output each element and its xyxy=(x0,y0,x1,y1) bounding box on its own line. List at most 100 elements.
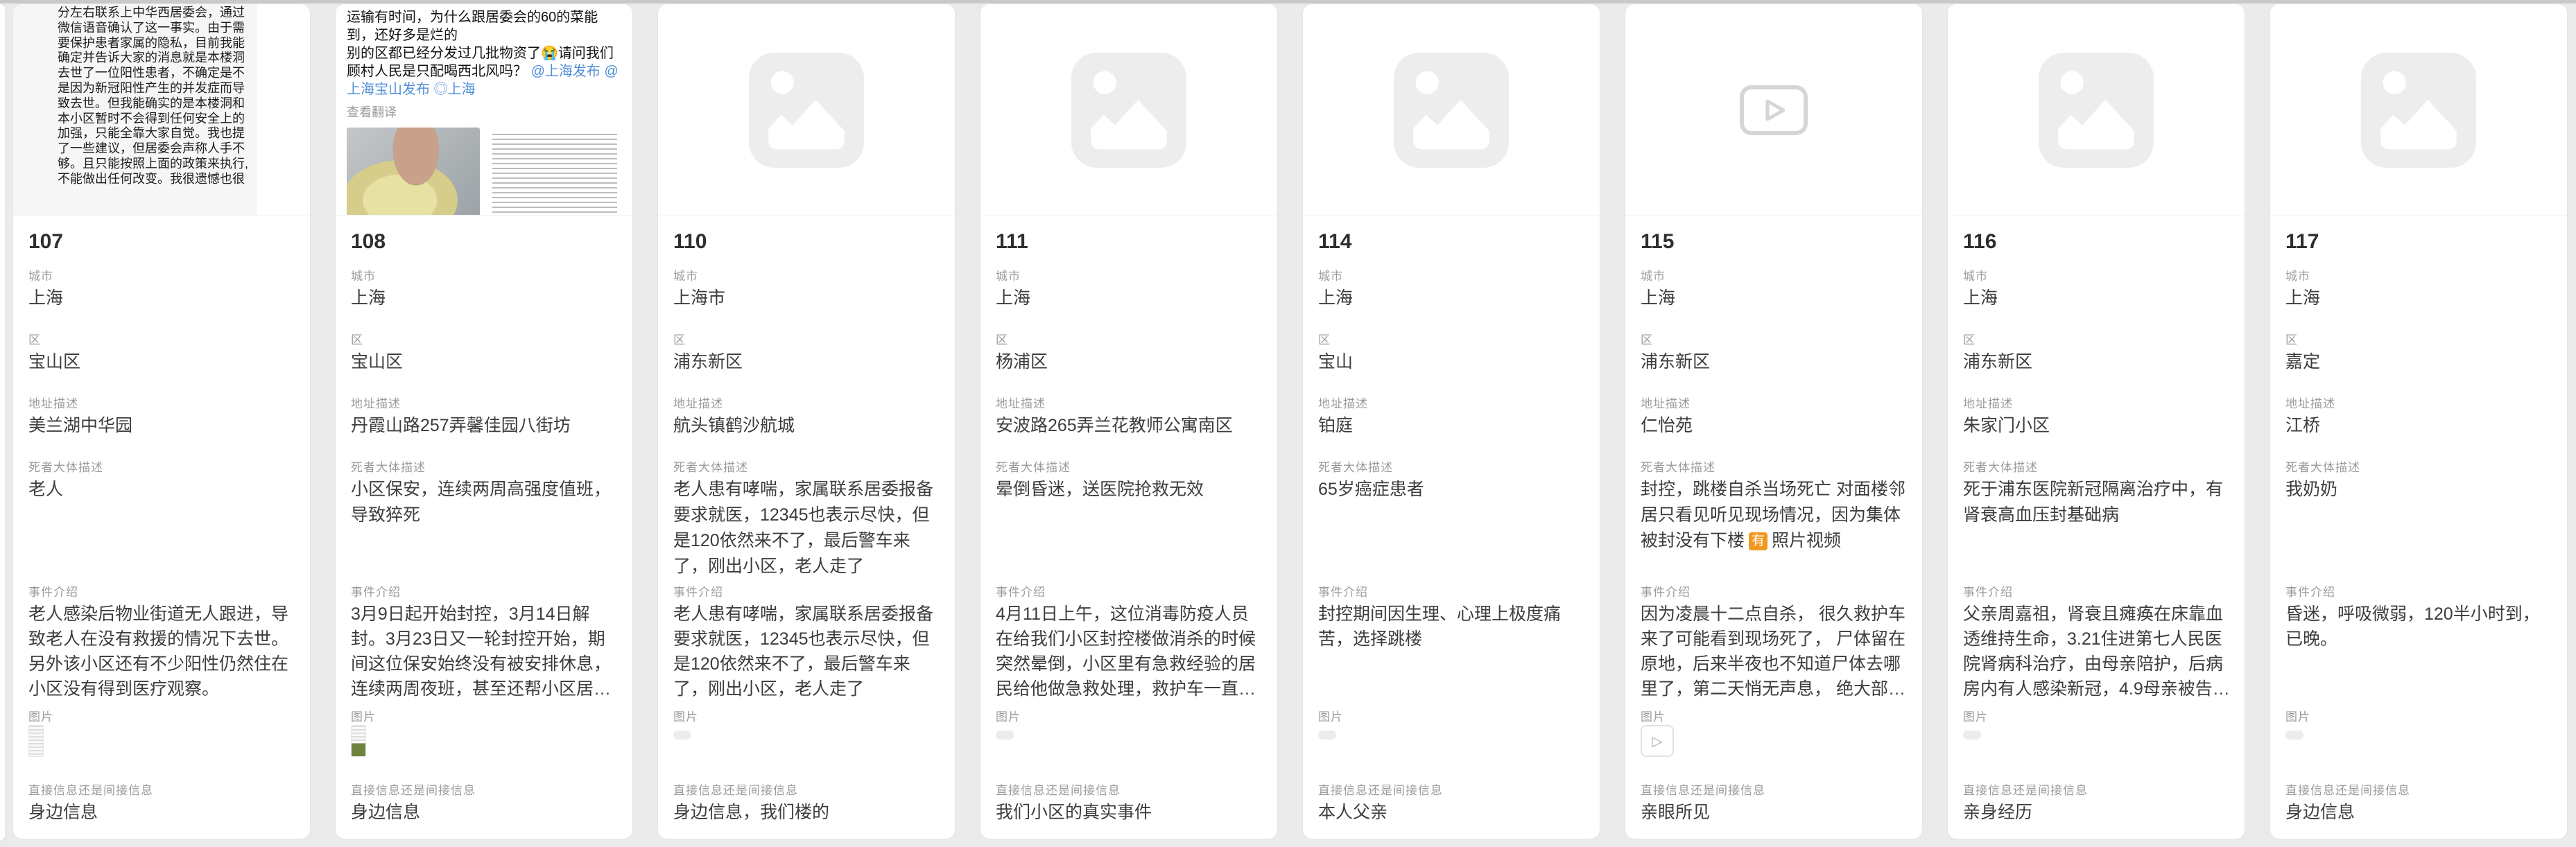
field-label-direct: 直接信息还是间接信息 xyxy=(673,780,940,798)
attachment-thumbnail[interactable] xyxy=(1318,725,1336,740)
field-label-event: 事件介绍 xyxy=(1641,582,1907,600)
screenshot-thumbnail-icon xyxy=(28,725,44,757)
record-card-114[interactable]: 114 城市 上海 区 宝山 地址描述 铂庭 死者大体描述 65岁癌症患者 事件… xyxy=(1302,3,1600,839)
field-value-deceased: 老人患有哮喘，家属联系居委报备要求就医，12345也表示尽快，但是120依然来不… xyxy=(673,477,941,579)
field-label-image: 图片 xyxy=(2285,707,2552,724)
tweet-line2: 别的区都已经分发过几批物资了😭请问我们顾村人民是只配喝西北风吗？ @上海发布 @… xyxy=(347,44,621,98)
field-value-direct: 我们小区的真实事件 xyxy=(996,800,1263,826)
field-value-address: 航头镇鹤沙航城 xyxy=(673,413,941,439)
attachment-thumbnail[interactable] xyxy=(996,725,1014,740)
card-cover-tweet[interactable]: 运输有时间，为什么跟居委会的60的菜能到，还好多是烂的 别的区都已经分发过几批物… xyxy=(336,4,632,216)
field-value-district: 宝山区 xyxy=(28,349,296,375)
image-placeholder-icon xyxy=(2361,53,2476,168)
record-card-111[interactable]: 111 城市 上海 区 杨浦区 地址描述 安波路265弄兰花教师公寓南区 死者大… xyxy=(980,3,1278,839)
tweet-media-row xyxy=(347,128,621,216)
field-label-deceased: 死者大体描述 xyxy=(1318,457,1584,475)
field-value-city: 上海 xyxy=(996,286,1263,311)
attachment-thumbnail[interactable] xyxy=(28,725,44,757)
record-card-107[interactable]: 分左右联系上中华西居委会，通过 微信语音确认了这一事实。由于需 要保护患者家属的… xyxy=(12,3,311,839)
field-value-district: 杨浦区 xyxy=(996,349,1263,375)
field-label-district: 区 xyxy=(1963,330,2229,347)
field-label-direct: 直接信息还是间接信息 xyxy=(28,780,295,798)
record-card-108[interactable]: 运输有时间，为什么跟居委会的60的菜能到，还好多是烂的 别的区都已经分发过几批物… xyxy=(335,3,633,839)
field-value-address: 铂庭 xyxy=(1318,413,1586,439)
screenshot-thumbnail-icon xyxy=(351,725,366,757)
field-value-direct: 身边信息，我们楼的 xyxy=(673,800,941,826)
field-label-district: 区 xyxy=(996,330,1262,347)
field-value-direct: 身边信息 xyxy=(351,800,619,826)
field-label-address: 地址描述 xyxy=(351,394,617,411)
field-label-direct: 直接信息还是间接信息 xyxy=(1963,780,2229,798)
card-cover-screenshot[interactable]: 分左右联系上中华西居委会，通过 微信语音确认了这一事实。由于需 要保护患者家属的… xyxy=(13,4,310,216)
field-label-event: 事件介绍 xyxy=(996,582,1262,600)
field-label-direct: 直接信息还是间接信息 xyxy=(351,780,617,798)
field-label-city: 城市 xyxy=(28,266,295,283)
attachment-thumbnail[interactable] xyxy=(1963,725,1981,740)
field-label-city: 城市 xyxy=(673,266,940,283)
field-label-city: 城市 xyxy=(996,266,1262,283)
record-card-115[interactable]: 115 城市 上海 区 浦东新区 地址描述 仁怡苑 死者大体描述 封控，跳楼自杀… xyxy=(1625,3,1923,839)
record-id: 108 xyxy=(351,230,386,254)
card-cover-placeholder xyxy=(2270,4,2567,216)
field-value-event: 昏迷，呼吸微弱，120半小时到，已晚。 xyxy=(2285,602,2553,652)
field-label-direct: 直接信息还是间接信息 xyxy=(2285,780,2552,798)
record-card-110[interactable]: 110 城市 上海市 区 浦东新区 地址描述 航头镇鹤沙航城 死者大体描述 老人… xyxy=(657,3,956,839)
field-label-direct: 直接信息还是间接信息 xyxy=(1641,780,1907,798)
attachment-thumbnail[interactable] xyxy=(351,725,366,757)
field-label-district: 区 xyxy=(28,330,295,347)
field-label-image: 图片 xyxy=(1318,707,1584,724)
card-cover-video-placeholder[interactable] xyxy=(1625,4,1922,216)
field-label-address: 地址描述 xyxy=(1641,394,1907,411)
field-value-district: 嘉定 xyxy=(2285,349,2553,375)
tweet-text: 运输有时间，为什么跟居委会的60的菜能到，还好多是烂的 别的区都已经分发过几批物… xyxy=(347,8,621,98)
field-value-deceased: 老人 xyxy=(28,477,296,503)
field-label-city: 城市 xyxy=(1318,266,1584,283)
field-value-direct: 身边信息 xyxy=(28,800,296,826)
field-value-direct: 亲身经历 xyxy=(1963,800,2231,826)
image-pill-placeholder xyxy=(996,731,1014,740)
field-value-deceased: 65岁癌症患者 xyxy=(1318,477,1586,503)
field-label-address: 地址描述 xyxy=(2285,394,2552,411)
tweet-line1: 运输有时间，为什么跟居委会的60的菜能到，还好多是烂的 xyxy=(347,8,621,44)
field-label-address: 地址描述 xyxy=(1318,394,1584,411)
field-label-image: 图片 xyxy=(1963,707,2229,724)
field-value-city: 上海 xyxy=(2285,286,2553,311)
field-value-district: 浦东新区 xyxy=(673,349,941,375)
field-value-city: 上海 xyxy=(1318,286,1586,311)
field-value-deceased: 晕倒昏迷，送医院抢救无效 xyxy=(996,477,1263,503)
field-value-city: 上海 xyxy=(1963,286,2231,311)
field-value-event: 因为凌晨十二点自杀， 很久救护车来了可能看到现场死了， 尸体留在原地，后来半夜也… xyxy=(1641,602,1908,701)
record-id: 107 xyxy=(28,230,63,254)
field-value-deceased: 封控，跳楼自杀当场死亡 对面楼邻居只看见听见现场情况，因为集体被封没有下楼有照片… xyxy=(1641,477,1908,554)
field-label-direct: 直接信息还是间接信息 xyxy=(996,780,1262,798)
field-value-district: 宝山 xyxy=(1318,349,1586,375)
field-value-district: 浦东新区 xyxy=(1641,349,1908,375)
field-label-image: 图片 xyxy=(28,707,295,724)
record-card-116[interactable]: 116 城市 上海 区 浦东新区 地址描述 朱家门小区 死者大体描述 死于浦东医… xyxy=(1947,3,2245,839)
view-translation-link[interactable]: 查看翻译 xyxy=(347,103,621,121)
video-thumbnail-icon: ▷ xyxy=(1641,725,1674,757)
field-label-address: 地址描述 xyxy=(28,394,295,411)
field-label-event: 事件介绍 xyxy=(351,582,617,600)
record-card-117[interactable]: 117 城市 上海 区 嘉定 地址描述 江桥 死者大体描述 我奶奶 事件介绍 昏… xyxy=(2270,3,2568,839)
record-id: 117 xyxy=(2285,230,2319,254)
partially-visible-card[interactable] xyxy=(0,3,6,841)
rotten-cabbage-photo xyxy=(347,128,480,216)
image-pill-placeholder xyxy=(1963,731,1981,740)
field-value-address: 朱家门小区 xyxy=(1963,413,2231,439)
field-value-event: 3月9日起开始封控，3月14日解封。3月23日又一轮封控开始，期间这位保安始终没… xyxy=(351,602,619,701)
field-label-district: 区 xyxy=(1318,330,1584,347)
card-cover-placeholder xyxy=(1303,4,1600,216)
field-label-deceased: 死者大体描述 xyxy=(673,457,940,475)
field-label-address: 地址描述 xyxy=(996,394,1262,411)
field-label-address: 地址描述 xyxy=(1963,394,2229,411)
card-cover-placeholder xyxy=(980,4,1277,216)
record-id: 114 xyxy=(1318,230,1351,254)
record-id: 116 xyxy=(1963,230,1996,254)
attachment-thumbnail[interactable] xyxy=(673,725,691,740)
attachment-thumbnail[interactable]: ▷ xyxy=(1641,725,1674,757)
field-label-district: 区 xyxy=(2285,330,2552,347)
field-label-image: 图片 xyxy=(996,707,1262,724)
attachment-thumbnail[interactable] xyxy=(2285,725,2303,740)
field-value-district: 宝山区 xyxy=(351,349,619,375)
